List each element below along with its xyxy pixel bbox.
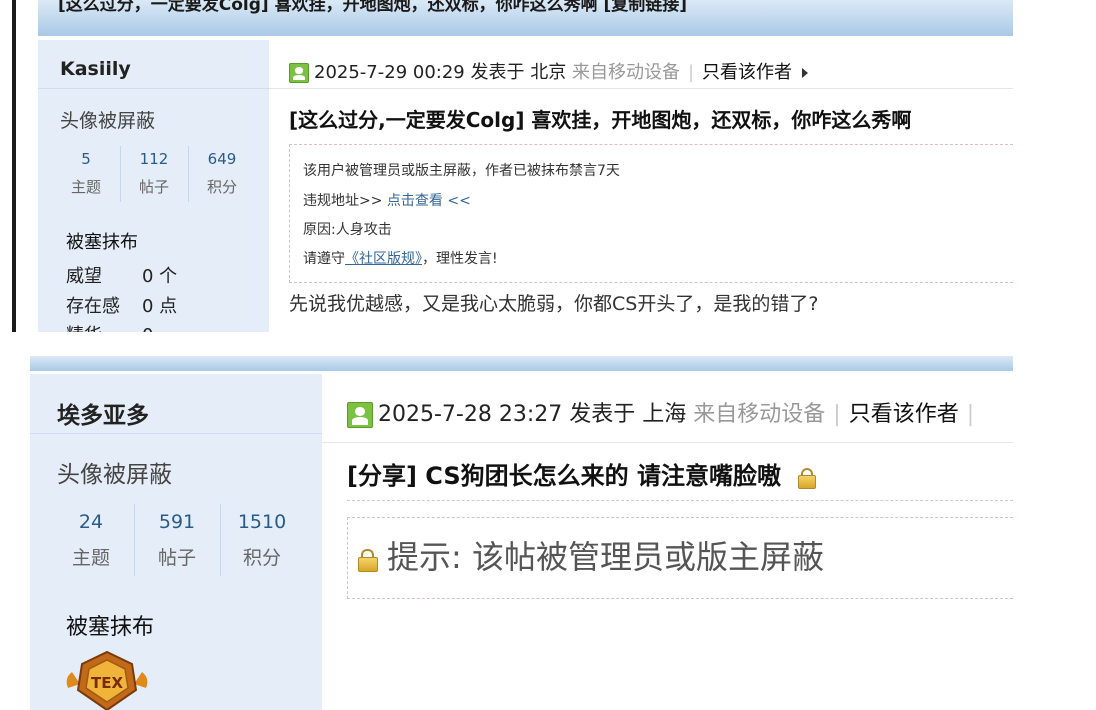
sidebar-divider bbox=[38, 88, 269, 89]
post-location: 发表于 上海 bbox=[569, 402, 687, 427]
post-panel-2: 埃多亚多 头像被屏蔽 24 主题 591 帖子 1510 积分 被塞抹布 TEX… bbox=[30, 356, 1013, 710]
stat-credits[interactable]: 649 积分 bbox=[192, 150, 252, 197]
username[interactable]: Kasiily bbox=[60, 58, 131, 80]
lock-icon bbox=[357, 547, 379, 572]
thread-title-strip bbox=[30, 356, 1013, 371]
triangle-right-icon[interactable] bbox=[802, 68, 809, 78]
ban-notice-box: 该用户被管理员或版主屏蔽，作者已被抹布禁言7天 违规地址>> 点击查看 << 原… bbox=[289, 144, 1013, 283]
view-violation-link[interactable]: 点击查看 << bbox=[382, 193, 471, 209]
title-divider bbox=[347, 500, 1013, 501]
header-divider bbox=[269, 88, 1013, 89]
stat-posts[interactable]: 112 帖子 bbox=[124, 150, 184, 197]
post-header: 2025-7-29 00:29 发表于 北京 来自移动设备 | 只看该作者 bbox=[289, 58, 809, 84]
post-main: 2025-7-28 23:27 发表于 上海 来自移动设备 | 只看该作者 | [分享… bbox=[322, 374, 1013, 710]
avatar: 头像被屏蔽 bbox=[57, 462, 172, 488]
only-author-link[interactable]: 只看该作者 bbox=[849, 402, 959, 427]
credit-prestige: 威望 0 个 bbox=[66, 266, 178, 287]
credit-presence: 存在感 0 点 bbox=[66, 296, 178, 317]
post-source: 来自移动设备 bbox=[571, 62, 680, 83]
medal-icon: TEX bbox=[66, 650, 148, 710]
sidebar-divider bbox=[30, 433, 322, 434]
stat-posts[interactable]: 591 帖子 bbox=[140, 511, 214, 570]
post-source: 来自移动设备 bbox=[693, 402, 826, 427]
user-sidebar: Kasiily 头像被屏蔽 5 主题 112 帖子 649 积分 被塞抹布 威望… bbox=[38, 40, 269, 332]
thread-title-strip: [这么过分，一定要发Colg] 喜欢挂，开地图炮，还双标，你咋这么秀啊 [复制链… bbox=[38, 0, 1013, 36]
user-rank: 被塞抹布 bbox=[66, 232, 138, 253]
post-content: 先说我优越感，又是我心太脆弱，你都CS开头了，是我的错了? bbox=[289, 293, 819, 315]
post-datetime: 2025-7-28 23:27 bbox=[378, 402, 563, 427]
username[interactable]: 埃多亚多 bbox=[57, 396, 149, 430]
stat-threads[interactable]: 24 主题 bbox=[54, 511, 128, 570]
user-sidebar: 埃多亚多 头像被屏蔽 24 主题 591 帖子 1510 积分 被塞抹布 TEX bbox=[30, 374, 322, 710]
rules-line: 请遵守《社区版规》，理性发言! bbox=[303, 251, 498, 267]
online-status-icon bbox=[289, 63, 309, 83]
blocked-notice-box: 提示: 该帖被管理员或版主屏蔽 bbox=[347, 517, 1013, 599]
stat-threads[interactable]: 5 主题 bbox=[56, 150, 116, 197]
avatar: 头像被屏蔽 bbox=[60, 110, 156, 132]
lock-icon bbox=[797, 466, 817, 489]
left-border-bar bbox=[12, 0, 16, 332]
user-rank: 被塞抹布 bbox=[66, 615, 155, 640]
ban-reason: 原因:人身攻击 bbox=[303, 222, 392, 238]
community-rules-link[interactable]: 《社区版规》 bbox=[345, 251, 422, 267]
header-separator: | bbox=[833, 402, 841, 427]
post-location: 发表于 北京 bbox=[470, 62, 567, 83]
stat-credits[interactable]: 1510 积分 bbox=[225, 511, 299, 570]
stat-divider bbox=[134, 504, 135, 576]
post-title: [这么过分,一定要发Colg] 喜欢挂，开地图炮，还双标，你咋这么秀啊 bbox=[289, 108, 912, 132]
stat-divider bbox=[220, 504, 221, 576]
stat-divider bbox=[188, 146, 189, 202]
credit-digest: 精华0 bbox=[66, 321, 153, 332]
header-separator: | bbox=[687, 62, 695, 83]
blocked-notice: 提示: 该帖被管理员或版主屏蔽 bbox=[357, 532, 824, 578]
only-author-link[interactable]: 只看该作者 bbox=[702, 62, 792, 83]
post-main: 2025-7-29 00:29 发表于 北京 来自移动设备 | 只看该作者 [这么过… bbox=[269, 40, 1013, 332]
post-header: 2025-7-28 23:27 发表于 上海 来自移动设备 | 只看该作者 | bbox=[347, 396, 982, 428]
thread-title: [这么过分，一定要发Colg] 喜欢挂，开地图炮，还双标，你咋这么秀啊 [复制链… bbox=[58, 0, 688, 15]
post-panel-1: [这么过分，一定要发Colg] 喜欢挂，开地图炮，还双标，你咋这么秀啊 [复制链… bbox=[38, 0, 1013, 332]
medal-label: TEX bbox=[91, 674, 123, 692]
online-status-icon bbox=[347, 402, 373, 428]
header-divider bbox=[322, 442, 1013, 443]
ban-notice-line: 该用户被管理员或版主屏蔽，作者已被抹布禁言7天 bbox=[303, 163, 620, 179]
header-separator: | bbox=[966, 402, 975, 427]
violation-link-line: 违规地址>> 点击查看 << bbox=[303, 193, 471, 209]
stat-divider bbox=[120, 146, 121, 202]
post-datetime: 2025-7-29 00:29 bbox=[314, 62, 465, 83]
post-title: [分享] CS狗团长怎么来的 请注意嘴脸嗷 bbox=[347, 456, 817, 491]
